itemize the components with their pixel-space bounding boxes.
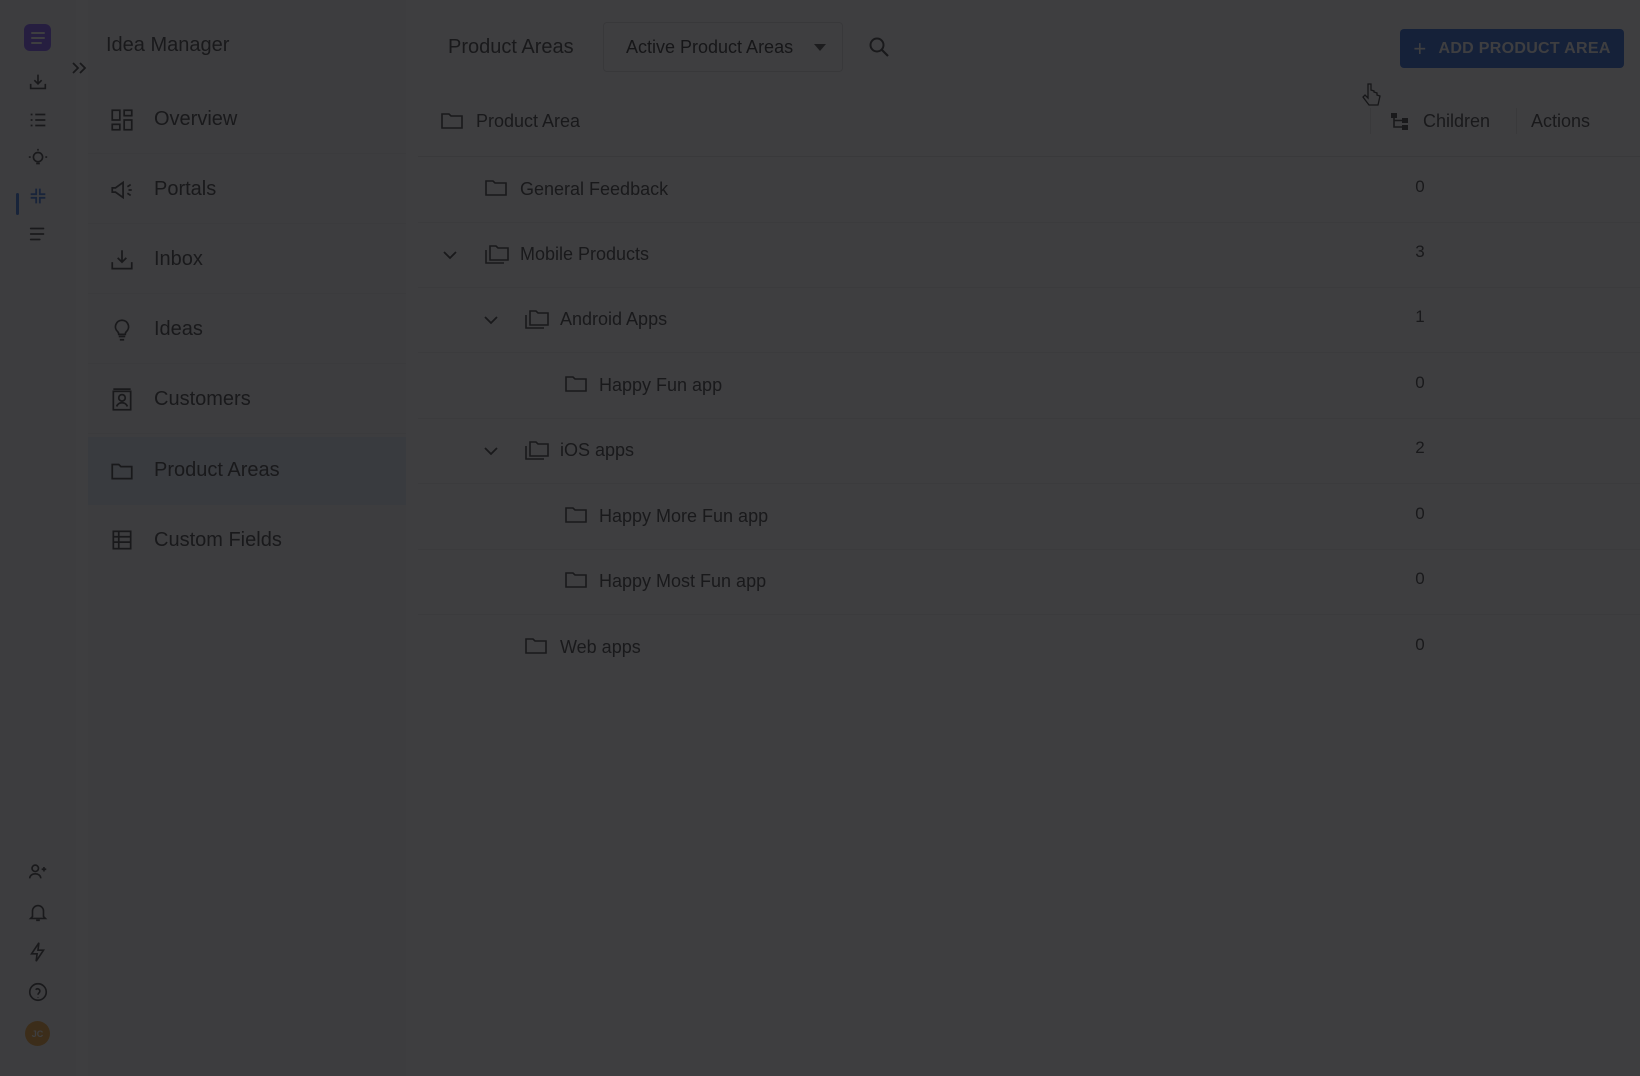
lightning-icon[interactable]	[22, 936, 54, 968]
row-name: iOS apps	[560, 440, 635, 460]
row-children-count: 0	[1415, 177, 1425, 196]
folder-icon	[564, 374, 590, 396]
table-row[interactable]: iOS apps 2	[418, 419, 1640, 484]
row-children-count: 0	[1415, 504, 1425, 523]
table-row[interactable]: Happy More Fun app 0	[418, 485, 1640, 550]
plus-icon: +	[1413, 35, 1427, 61]
chevron-down-icon[interactable]	[440, 245, 460, 265]
row-name: Android Apps	[560, 309, 668, 329]
row-name: Happy More Fun app	[599, 506, 769, 526]
ideas-icon[interactable]	[22, 142, 54, 174]
folder-multiple-icon	[484, 243, 510, 265]
nav-item-customers[interactable]: Customers	[88, 366, 406, 434]
main-content: Product Areas Active Product Areas + ADD…	[418, 0, 1640, 1076]
add-product-area-label: ADD PRODUCT AREA	[1438, 39, 1611, 57]
nav-item-custom-fields[interactable]: Custom Fields	[88, 506, 406, 574]
icon-rail: JC	[0, 0, 76, 1076]
row-name: Happy Most Fun app	[599, 571, 767, 591]
nav-item-product-areas[interactable]: Product Areas	[88, 437, 406, 505]
nav-item-label: Inbox	[154, 248, 203, 270]
nav-item-label: Portals	[154, 178, 217, 200]
users-icon[interactable]	[22, 856, 54, 888]
filter-dropdown[interactable]: Active Product Areas	[603, 22, 843, 72]
column-header-actions: Actions	[1516, 108, 1590, 134]
row-name: Happy Fun app	[599, 375, 723, 395]
row-children-count: 0	[1415, 373, 1425, 392]
megaphone-icon	[108, 176, 136, 204]
bell-icon[interactable]	[22, 896, 54, 928]
row-name: General Feedback	[520, 179, 669, 199]
roadmap-icon[interactable]	[22, 218, 54, 250]
custom-fields-icon	[108, 526, 136, 554]
folder-icon	[441, 113, 463, 129]
row-children-count: 3	[1415, 242, 1425, 261]
chevron-down-icon	[814, 44, 826, 51]
inbox-icon[interactable]	[22, 66, 54, 98]
nav-item-label: Overview	[154, 108, 238, 130]
hierarchy-icon	[1391, 113, 1408, 130]
nav-item-ideas[interactable]: Ideas	[88, 296, 406, 364]
page-title: Product Areas	[448, 36, 574, 58]
app-root: JC Idea Manager Overview Portals Inbox I…	[0, 0, 1640, 1076]
nav-item-portals[interactable]: Portals	[88, 156, 406, 224]
nav-item-label: Custom Fields	[154, 528, 282, 551]
column-header-label: Children	[1423, 110, 1491, 131]
help-icon[interactable]	[22, 976, 54, 1008]
row-children-count: 2	[1415, 438, 1425, 457]
row-children-count: 0	[1415, 635, 1425, 654]
inbox-icon	[108, 246, 136, 274]
overview-icon	[108, 106, 136, 134]
lightbulb-icon	[108, 316, 136, 344]
table-row[interactable]: General Feedback 0	[418, 158, 1640, 223]
rail-active-indicator	[16, 193, 19, 215]
folder-icon	[484, 178, 510, 200]
folder-icon	[108, 457, 136, 485]
table-row[interactable]: Happy Fun app 0	[418, 354, 1640, 419]
table-row[interactable]: Web apps 0	[418, 616, 1640, 681]
chevron-down-icon[interactable]	[481, 441, 501, 461]
folder-multiple-icon	[524, 439, 550, 461]
row-children-count: 1	[1415, 307, 1425, 326]
nav-item-label: Product Areas	[154, 459, 280, 481]
logo-icon[interactable]	[24, 24, 51, 51]
product-areas-icon[interactable]	[22, 180, 54, 212]
folder-multiple-icon	[524, 308, 550, 330]
table-row[interactable]: Android Apps 1	[418, 288, 1640, 353]
row-name: Mobile Products	[520, 244, 650, 264]
customers-icon	[108, 386, 136, 414]
folder-icon	[524, 636, 550, 658]
nav-item-label: Customers	[154, 388, 251, 410]
column-header-label: Actions	[1531, 110, 1591, 131]
folder-icon	[564, 505, 590, 527]
nav-item-label: Ideas	[154, 318, 203, 340]
filter-dropdown-value: Active Product Areas	[626, 36, 794, 57]
avatar[interactable]: JC	[25, 1021, 50, 1046]
table-header: Product Area Children Actions	[418, 85, 1640, 157]
column-header-children[interactable]: Children	[1370, 108, 1490, 134]
list-icon[interactable]	[22, 104, 54, 136]
table-row[interactable]: Happy Most Fun app 0	[418, 550, 1640, 615]
nav-item-overview[interactable]: Overview	[88, 86, 406, 154]
row-name: Web apps	[560, 637, 641, 657]
add-product-area-button[interactable]: + ADD PRODUCT AREA	[1400, 29, 1624, 68]
column-header-label: Product Area	[476, 110, 581, 131]
row-children-count: 0	[1415, 569, 1425, 588]
folder-icon	[564, 570, 590, 592]
chevron-down-icon[interactable]	[481, 310, 501, 330]
section-title: Idea Manager	[106, 34, 230, 56]
table-row[interactable]: Mobile Products 3	[418, 223, 1640, 288]
column-header-product-area[interactable]: Product Area	[440, 85, 580, 157]
secondary-nav: Idea Manager Overview Portals Inbox Idea…	[88, 0, 406, 1076]
nav-item-inbox[interactable]: Inbox	[88, 226, 406, 294]
search-icon[interactable]	[864, 32, 894, 62]
pointer-cursor-icon	[1360, 82, 1384, 112]
